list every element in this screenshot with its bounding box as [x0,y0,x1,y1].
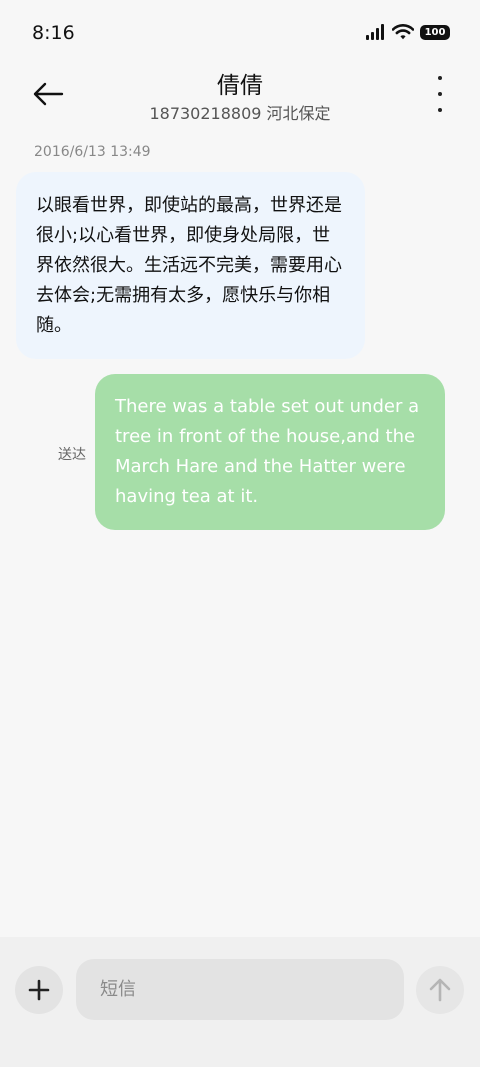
more-options-button[interactable] [430,76,450,112]
contact-detail: 18730218809 河北保定 [149,104,331,123]
contact-name: 倩倩 [217,73,263,99]
incoming-message-bubble[interactable]: 以眼看世界，即使站的最高，世界还是很小;以心看世界，即使身处局限，世界依然很大。… [16,172,365,359]
outgoing-message-bubble[interactable]: There was a table set out under a tree i… [95,374,445,530]
battery-icon: 100 [420,24,450,40]
messaging-screen: 8:16 100 倩倩 18730218809 河北保定 2016/6/13 1… [0,0,480,1067]
composer-bar [0,937,480,1067]
status-icons: 100 [366,24,450,40]
status-bar: 8:16 100 [0,0,480,66]
more-vertical-icon [438,76,442,80]
sms-input[interactable] [76,959,404,1020]
conversation-header: 倩倩 18730218809 河北保定 [0,60,480,130]
wifi-icon [392,24,414,40]
delivery-status: 送达 [58,447,86,463]
plus-icon [28,979,50,1001]
add-attachment-button[interactable] [15,966,63,1014]
status-time: 8:16 [32,22,75,44]
arrow-up-icon [429,978,451,1002]
signal-icon [366,24,384,40]
message-timestamp: 2016/6/13 13:49 [34,144,151,160]
send-button[interactable] [416,966,464,1014]
